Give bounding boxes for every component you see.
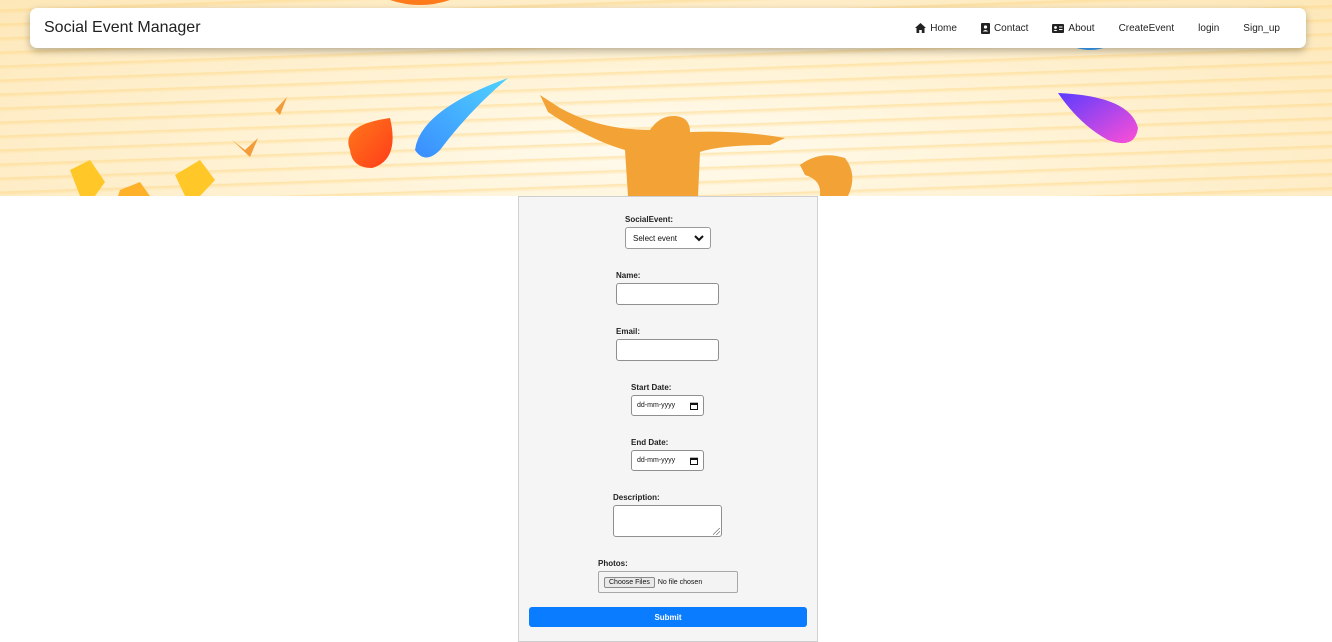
file-status-text: No file chosen: [657, 578, 703, 586]
nav-contact-link[interactable]: Contact: [980, 22, 1029, 34]
end-date-placeholder: dd-mm-yyyy: [637, 457, 676, 464]
event-registration-form: SocialEvent: Select event Name: Email: S…: [518, 196, 818, 642]
social-event-selected: Select event: [633, 233, 678, 243]
brand-title[interactable]: Social Event Manager: [44, 19, 201, 37]
end-date-field: End Date: dd-mm-yyyy: [631, 438, 704, 471]
name-input[interactable]: [616, 283, 719, 305]
top-navbar: Social Event Manager Home Contact About …: [30, 8, 1306, 48]
start-date-placeholder: dd-mm-yyyy: [637, 402, 676, 409]
nav-contact-label: Contact: [993, 22, 1029, 34]
calendar-icon[interactable]: [690, 402, 698, 410]
nav-about-label: About: [1068, 22, 1095, 34]
nav-create-event-label: CreateEvent: [1118, 22, 1175, 34]
nav-signup-link[interactable]: Sign_up: [1243, 23, 1280, 34]
photos-field: Photos: Choose Files No file chosen: [598, 559, 738, 593]
resize-grip-icon[interactable]: [713, 528, 720, 535]
contact-icon: [980, 22, 990, 34]
choose-files-button[interactable]: Choose Files: [604, 576, 655, 588]
nav-home-link[interactable]: Home: [915, 23, 957, 34]
email-label: Email:: [616, 327, 641, 336]
chevron-down-icon: [694, 234, 704, 241]
email-field: Email:: [616, 327, 719, 361]
nav-create-event-link[interactable]: CreateEvent: [1119, 23, 1175, 34]
social-event-select[interactable]: Select event: [625, 227, 711, 249]
description-label: Description:: [613, 493, 660, 502]
name-field: Name:: [616, 271, 719, 305]
home-icon: [915, 23, 927, 33]
hero-banner: Social Event Manager Home Contact About …: [0, 0, 1332, 196]
description-textarea[interactable]: [613, 505, 722, 537]
calendar-icon[interactable]: [690, 457, 698, 465]
name-label: Name:: [616, 271, 641, 280]
start-date-input[interactable]: dd-mm-yyyy: [631, 395, 704, 416]
social-event-label: SocialEvent:: [625, 215, 674, 224]
photos-label: Photos:: [598, 559, 628, 568]
id-card-icon: [1052, 23, 1065, 33]
description-field: Description:: [613, 493, 722, 537]
nav-home-label: Home: [930, 22, 957, 34]
nav-links: Home Contact About CreateEvent login Sig…: [915, 8, 1280, 48]
start-date-label: Start Date:: [631, 383, 672, 392]
end-date-label: End Date:: [631, 438, 669, 447]
end-date-input[interactable]: dd-mm-yyyy: [631, 450, 704, 471]
nav-login-label: login: [1198, 22, 1220, 34]
start-date-field: Start Date: dd-mm-yyyy: [631, 383, 704, 416]
nav-about-link[interactable]: About: [1052, 22, 1095, 34]
email-input[interactable]: [616, 339, 719, 361]
photos-file-input[interactable]: Choose Files No file chosen: [598, 571, 738, 593]
submit-button[interactable]: Submit: [529, 607, 807, 627]
nav-login-link[interactable]: login: [1198, 23, 1219, 34]
social-event-field: SocialEvent: Select event: [625, 215, 711, 249]
nav-signup-label: Sign_up: [1243, 22, 1280, 34]
